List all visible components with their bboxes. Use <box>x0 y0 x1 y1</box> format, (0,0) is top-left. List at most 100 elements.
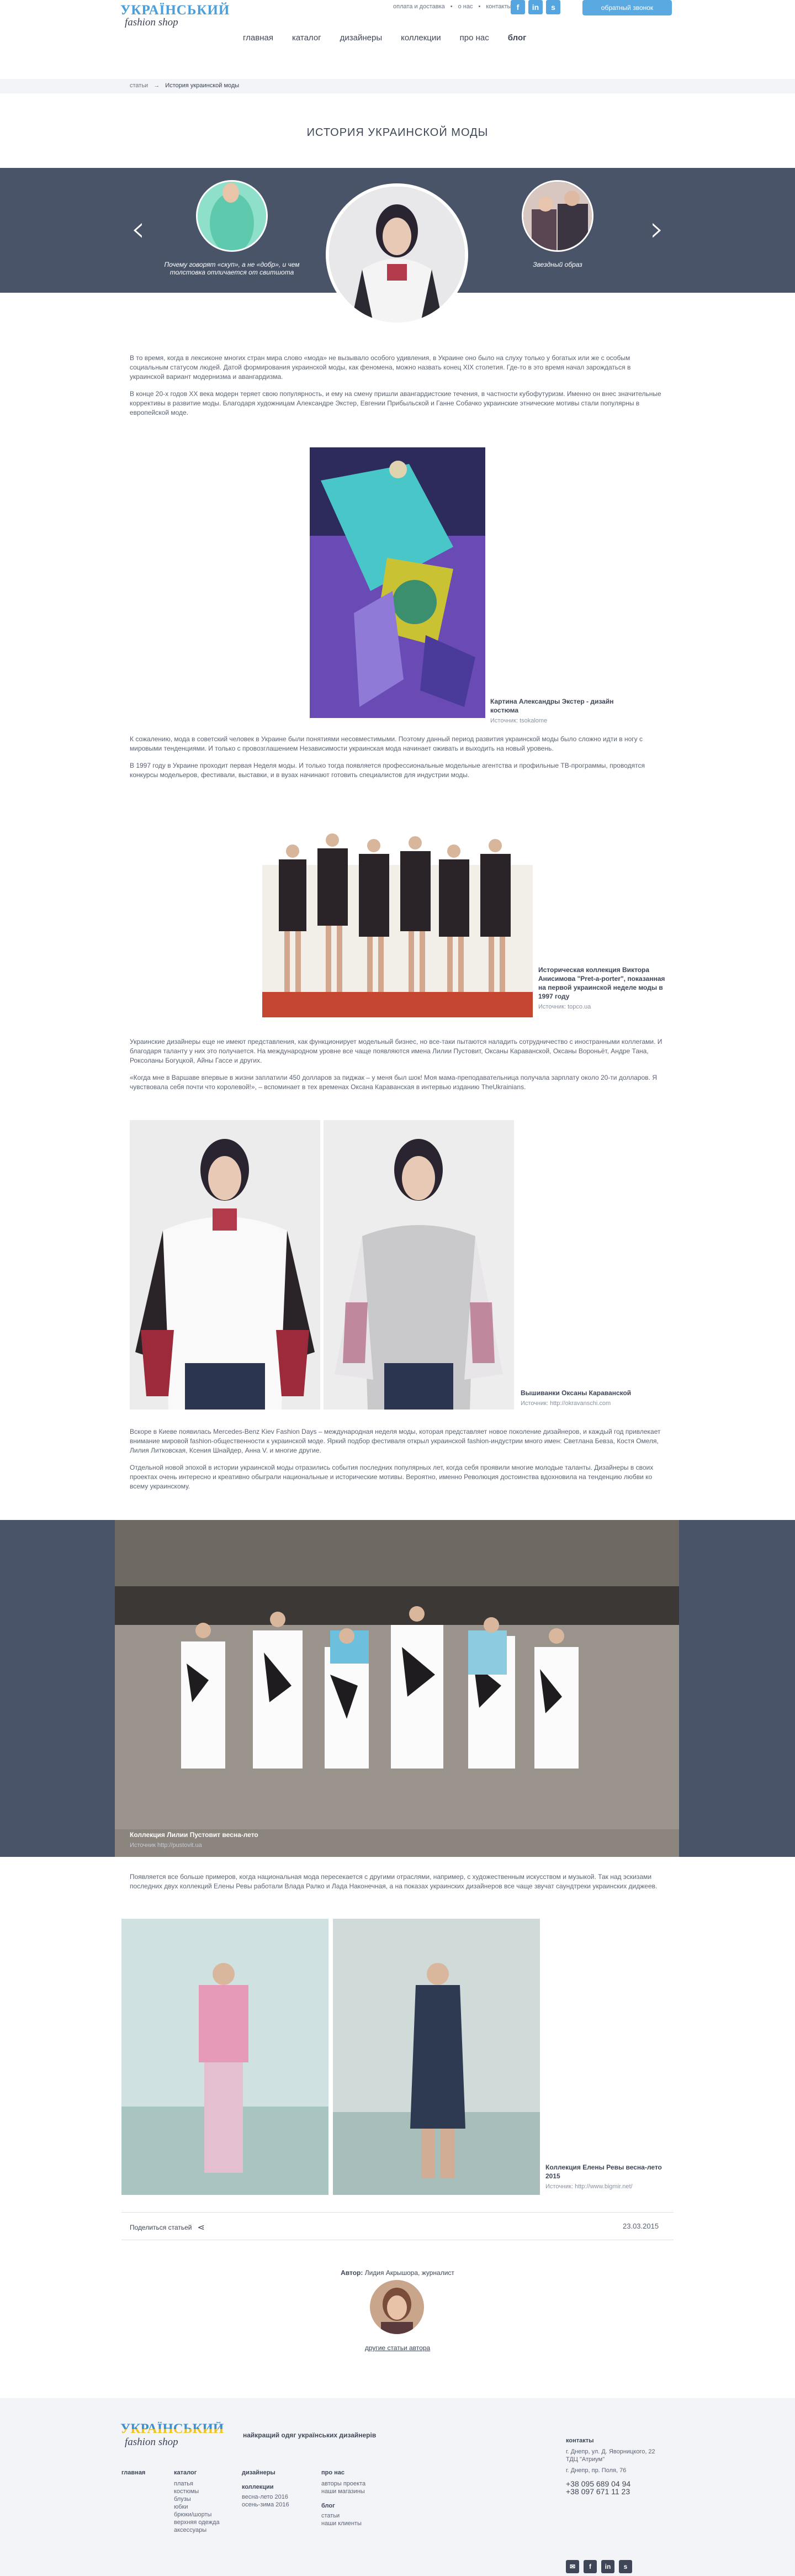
phone-link[interactable]: +38 095 689 04 94 <box>566 2480 676 2488</box>
article-intro: В то время, когда в лексиконе многих стр… <box>130 353 665 425</box>
reva-photo-1 <box>121 1919 328 2195</box>
exter-painting <box>310 447 485 718</box>
author-line: Автор: Лидия Акрышора, журналист <box>0 2269 795 2277</box>
article-section-4: Вскоре в Киеве появилась Mercedes-Benz K… <box>130 1427 665 1499</box>
paragraph: Отдельной новой эпохой в истории украинс… <box>130 1464 654 1490</box>
footer-link-blog[interactable]: блог <box>321 2502 365 2510</box>
footer-link[interactable]: осень-зима 2016 <box>242 2501 289 2509</box>
paragraph: В то время, когда в лексиконе многих стр… <box>130 354 631 381</box>
share-row[interactable]: Поделиться статьей ⋖ <box>130 2222 205 2233</box>
caption-source: Источник: http://okravanschi.com <box>521 1400 611 1407</box>
prev-article-caption[interactable]: Почему говорят «скуп», а не «добр», и че… <box>155 261 309 276</box>
nav-home[interactable]: главная <box>243 33 273 43</box>
caption-anisimov: Историческая коллекция Виктора Анисимова… <box>538 965 668 1011</box>
top-links: оплата и доставка • о нас • контакты <box>393 3 512 10</box>
address: г. Днепр, ул. Д. Яворницкого, 22 <box>566 2448 655 2455</box>
footer-link[interactable]: наши магазины <box>321 2488 365 2495</box>
skype-icon[interactable]: s <box>619 2560 632 2573</box>
facebook-icon[interactable]: f <box>511 0 525 14</box>
logo-line2: fashion shop <box>125 17 178 28</box>
current-article-photo <box>326 183 468 326</box>
divider <box>121 2212 674 2213</box>
caption-karavanska: Вышиванки Оксаны Караванской Источник: h… <box>521 1389 664 1408</box>
footer-link-home[interactable]: главная <box>121 2469 145 2477</box>
caption-title: Коллекция Лилии Пустовит весна-лето <box>130 1831 258 1839</box>
logo-line1: УКРАЇНСЬКИЙ <box>120 3 230 18</box>
footer-link[interactable]: верхняя одежда <box>174 2519 220 2526</box>
footer-link[interactable]: костюмы <box>174 2488 220 2495</box>
article-section-5: Появляется все больше примеров, когда на… <box>130 1872 665 1899</box>
caption-pustovit: Коллекция Лилии Пустовит весна-лето Исто… <box>130 1830 295 1850</box>
nav-designers[interactable]: дизайнеры <box>340 33 382 43</box>
karavanska-photo-1 <box>130 1120 320 1410</box>
skype-icon[interactable]: s <box>546 0 560 14</box>
share-label[interactable]: Поделиться статьей <box>130 2224 192 2231</box>
pustovit-runway-photo <box>115 1520 679 1857</box>
reva-photo-2 <box>333 1919 540 2195</box>
footer-link[interactable]: юбки <box>174 2503 220 2511</box>
paragraph: Вскоре в Киеве появилась Mercedes-Benz K… <box>130 1428 661 1454</box>
footer-logo[interactable]: УКРАЇНСЬКИЙ fashion shop <box>120 2422 224 2448</box>
footer-logo-line1: УКРАЇНСЬКИЙ <box>120 2421 224 2436</box>
footer-link[interactable]: блузы <box>174 2495 220 2503</box>
other-articles-link[interactable]: другие статьи автора <box>0 2344 795 2352</box>
nav-about[interactable]: про нас <box>460 33 489 43</box>
logo[interactable]: УКРАЇНСЬКИЙ fashion shop <box>120 3 230 30</box>
paragraph: В конце 20-х годов XX века модерн теряет… <box>130 390 661 416</box>
footer-link[interactable]: брюки/шорты <box>174 2511 220 2519</box>
top-link-about[interactable]: о нас <box>458 3 473 10</box>
contacts-title: контакты <box>566 2437 594 2444</box>
top-link-delivery[interactable]: оплата и доставка <box>393 3 445 10</box>
paragraph: К сожалению, мода в советский человек в … <box>130 735 643 752</box>
instagram-icon[interactable]: in <box>601 2560 614 2573</box>
breadcrumb-current: История украинской моды <box>165 82 240 89</box>
footer-link[interactable]: аксессуары <box>174 2526 220 2534</box>
caption-exter: Картина Александры Экстер - дизайн костю… <box>490 697 634 725</box>
footer-link[interactable]: наши клиенты <box>321 2520 365 2527</box>
footer-link-collections[interactable]: коллекции <box>242 2483 289 2491</box>
author-label: Автор: <box>341 2269 363 2277</box>
next-article-thumb[interactable] <box>522 180 593 252</box>
caption-title: Историческая коллекция Виктора Анисимова… <box>538 966 665 1000</box>
caption-title: Картина Александры Экстер - дизайн костю… <box>490 698 614 714</box>
footer-col-about: про нас авторы проекта наши магазины бло… <box>321 2469 365 2527</box>
social-icons: f in s <box>511 0 560 14</box>
footer-link-designers[interactable]: дизайнеры <box>242 2469 289 2477</box>
nav-collections[interactable]: коллекции <box>401 33 441 43</box>
publish-date: 23.03.2015 <box>623 2222 659 2230</box>
caption-source: Источник: http://www.bigmir.net/ <box>545 2183 633 2190</box>
footer-contacts: контакты г. Днепр, ул. Д. Яворницкого, 2… <box>566 2437 676 2495</box>
facebook-icon[interactable]: f <box>584 2560 597 2573</box>
article-section-3: Украинские дизайнеры еще не имеют предст… <box>130 1037 665 1100</box>
breadcrumb-root[interactable]: статьи <box>130 82 148 89</box>
caption-source: Источник: topco.ua <box>538 1004 591 1010</box>
callback-button[interactable]: обратный звонок <box>582 0 672 15</box>
footer-link-about[interactable]: про нас <box>321 2469 365 2477</box>
phone-link[interactable]: +38 097 671 11 23 <box>566 2488 676 2495</box>
caption-title: Вышиванки Оксаны Караванской <box>521 1389 632 1397</box>
prev-article-thumb[interactable] <box>196 180 268 252</box>
top-link-contacts[interactable]: контакты <box>486 3 511 10</box>
footer-link[interactable]: статьи <box>321 2512 365 2520</box>
footer-logo-line2: fashion shop <box>125 2436 178 2448</box>
main-nav: главная каталог дизайнеры коллекции про … <box>243 33 526 43</box>
footer-link[interactable]: авторы проекта <box>321 2480 365 2488</box>
paragraph: «Когда мне в Варшаве впервые в жизни зап… <box>130 1074 657 1091</box>
nav-catalog[interactable]: каталог <box>292 33 321 43</box>
next-article-caption[interactable]: Звездный образ <box>486 261 629 268</box>
address: г. Днепр, пр. Поля, 76 <box>566 2467 627 2474</box>
caption-reva: Коллекция Елены Ревы весна-лето 2015 Ист… <box>545 2163 667 2191</box>
instagram-icon[interactable]: in <box>528 0 543 14</box>
footer-link[interactable]: весна-лето 2016 <box>242 2493 289 2501</box>
avatar[interactable] <box>370 2280 424 2334</box>
footer-link-catalog[interactable]: каталог <box>174 2469 220 2477</box>
author-name: Лидия Акрышора, журналист <box>364 2269 454 2277</box>
mail-icon[interactable]: ✉ <box>566 2560 579 2573</box>
nav-blog[interactable]: блог <box>508 33 527 43</box>
chevron-right-icon[interactable]: › <box>646 210 668 249</box>
share-icon[interactable]: ⋖ <box>198 2222 205 2233</box>
chevron-left-icon[interactable]: ‹ <box>127 210 149 249</box>
footer-col-home: главная <box>121 2469 145 2480</box>
footer-slogan: найкращий одяг українських дизайнерів <box>243 2431 377 2439</box>
footer-link[interactable]: платья <box>174 2480 220 2488</box>
